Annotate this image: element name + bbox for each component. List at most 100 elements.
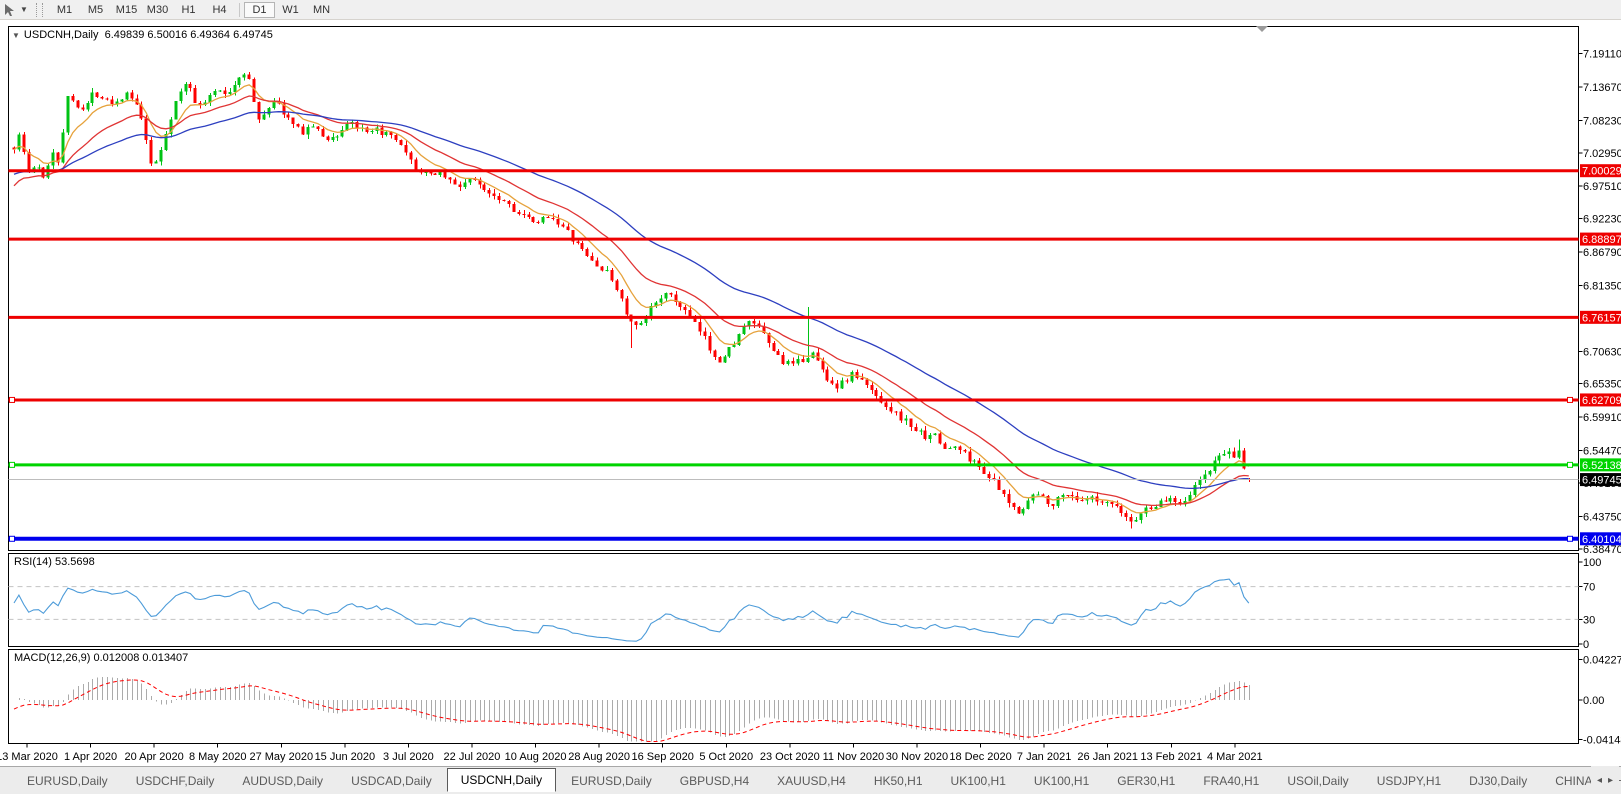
main-pane[interactable] [8, 26, 1579, 551]
chart-cursor-icon[interactable] [0, 1, 20, 18]
candle-bear [1124, 512, 1128, 518]
chart-tab-audusd-daily[interactable]: AUDUSD,Daily [229, 771, 336, 791]
candle-bear [130, 92, 134, 99]
tab-scroll-right-icon[interactable]: ▸ [1608, 775, 1613, 786]
candle-bull [1217, 455, 1221, 461]
chart-tab-hk50-h1[interactable]: HK50,H1 [861, 771, 936, 791]
candle-bear [1066, 494, 1070, 496]
candle-bear [149, 140, 153, 164]
candle-bear [1129, 517, 1133, 522]
candle-bear [1164, 500, 1168, 502]
candle-bear [801, 359, 805, 362]
mt4-window: ▼ M1 M5 M15 M30 H1 H4 D1 W1 MN ▼ USDCNH,Daily 6.4… [0, 0, 1621, 794]
date-tick-label: 5 Oct 2020 [699, 751, 753, 763]
candle-bear [830, 380, 834, 384]
candle-bull [732, 345, 736, 348]
candle-bear [776, 351, 780, 355]
candle-bear [257, 102, 261, 120]
date-tick-label: 7 Jan 2021 [1017, 751, 1071, 763]
candle-bull [1193, 485, 1197, 496]
candle-bear [1012, 503, 1016, 507]
candle-bear [296, 124, 300, 127]
level-handle[interactable] [1567, 461, 1573, 468]
candle-bull [184, 83, 188, 92]
candle-bear [247, 74, 251, 80]
symbol-title: USDCNH,Daily [23, 29, 99, 41]
candle-bear [1002, 489, 1006, 495]
date-tick-label: 13 Feb 2021 [1140, 751, 1202, 763]
chart-tab-gbpusd-h4[interactable]: GBPUSD,H4 [667, 771, 762, 791]
collapse-caret-icon[interactable]: ▼ [12, 31, 20, 40]
toolbar-grip[interactable] [36, 2, 43, 17]
candle-bull [806, 358, 810, 362]
candle-bear [414, 159, 418, 171]
candle-bear [958, 446, 962, 450]
chart-tab-usdcnh-daily[interactable]: USDCNH,Daily [446, 767, 557, 792]
candle-bear [860, 377, 864, 380]
candle-bear [105, 98, 109, 100]
candle-bear [718, 356, 722, 363]
chart-tab-xauusd-h4[interactable]: XAUUSD,H4 [764, 771, 859, 791]
candle-bear [188, 83, 192, 89]
candle-bear [821, 360, 825, 370]
timeframe-button-mn[interactable]: MN [306, 2, 337, 18]
candle-bear [997, 479, 1001, 490]
chart-tab-uk100-h1[interactable]: UK100,H1 [1021, 771, 1102, 791]
chart-tab-usdcad-daily[interactable]: USDCAD,Daily [338, 771, 445, 791]
timeframe-button-h4[interactable]: H4 [204, 2, 235, 18]
timeframe-button-m5[interactable]: M5 [80, 2, 111, 18]
candle-bear [502, 199, 506, 202]
timeframe-toolbar: ▼ M1 M5 M15 M30 H1 H4 D1 W1 MN [0, 0, 1621, 20]
candle-bear [301, 126, 305, 135]
level-price-flag-text: 6.52138 [1582, 460, 1621, 472]
candle-bear [943, 443, 947, 450]
candle-bear [487, 190, 491, 194]
candle-bull [1134, 520, 1138, 522]
level-handle[interactable] [9, 396, 15, 403]
chart-tab-usdjpy-h1[interactable]: USDJPY,H1 [1364, 771, 1454, 791]
date-tick-label: 4 Mar 2021 [1207, 751, 1263, 763]
candle-bear [95, 92, 99, 97]
price-tick-label: 6.43750 [1583, 511, 1621, 523]
candle-bear [580, 243, 584, 250]
candle-bear [713, 350, 717, 357]
level-price-flag-text: 6.76157 [1582, 312, 1621, 324]
rsi-axis-label: 70 [1583, 582, 1595, 594]
timeframe-button-d1[interactable]: D1 [244, 1, 275, 18]
level-handle[interactable] [9, 461, 15, 468]
ohlc-readout: 6.49839 6.50016 6.49364 6.49745 [104, 29, 273, 41]
dropdown-caret-icon[interactable]: ▼ [20, 5, 32, 14]
chart-tab-uk100-h1[interactable]: UK100,H1 [938, 771, 1019, 791]
timeframe-button-w1[interactable]: W1 [275, 2, 306, 18]
date-tick-label: 20 Apr 2020 [124, 751, 183, 763]
timeframe-button-m30[interactable]: M30 [142, 2, 173, 18]
candle-bear [669, 293, 673, 295]
price-tick-label: 6.92230 [1583, 214, 1621, 226]
tab-scroll-left-icon[interactable]: ◂ [1597, 775, 1602, 786]
chart-tab-eurusd-daily[interactable]: EURUSD,Daily [558, 771, 665, 791]
candle-bear [497, 196, 501, 200]
timeframe-button-m15[interactable]: M15 [111, 2, 142, 18]
candle-bear [1115, 504, 1119, 507]
level-handle[interactable] [9, 535, 15, 542]
timeframe-button-m1[interactable]: M1 [49, 2, 80, 18]
price-tick-label: 7.02950 [1583, 148, 1621, 160]
chart-canvas[interactable]: 7.19110 7.13670 7.08230 7.02950 6.97510 6.922… [0, 20, 1621, 767]
candle-bear [600, 266, 604, 271]
chart-tabbar: EURUSD,Daily USDCHF,Daily AUDUSD,Daily USDC… [0, 766, 1621, 794]
timeframe-button-h1[interactable]: H1 [173, 2, 204, 18]
candle-bull [272, 101, 276, 109]
chart-tab-usoil-daily[interactable]: USOil,Daily [1274, 771, 1361, 791]
chart-tab-usdchf-daily[interactable]: USDCHF,Daily [123, 771, 228, 791]
chart-tab-dj30-daily[interactable]: DJ30,Daily [1456, 771, 1540, 791]
candle-bull [727, 347, 731, 357]
candle-bear [772, 343, 776, 352]
candle-bear [380, 127, 384, 135]
rsi-pane[interactable] [8, 553, 1579, 647]
chart-tab-ger30-h1[interactable]: GER30,H1 [1104, 771, 1188, 791]
chart-tab-fra40-h1[interactable]: FRA40,H1 [1190, 771, 1272, 791]
chart-tab-eurusd-daily[interactable]: EURUSD,Daily [14, 771, 121, 791]
candle-bear [1149, 507, 1153, 509]
level-handle[interactable] [1567, 535, 1573, 542]
level-handle[interactable] [1567, 396, 1573, 403]
